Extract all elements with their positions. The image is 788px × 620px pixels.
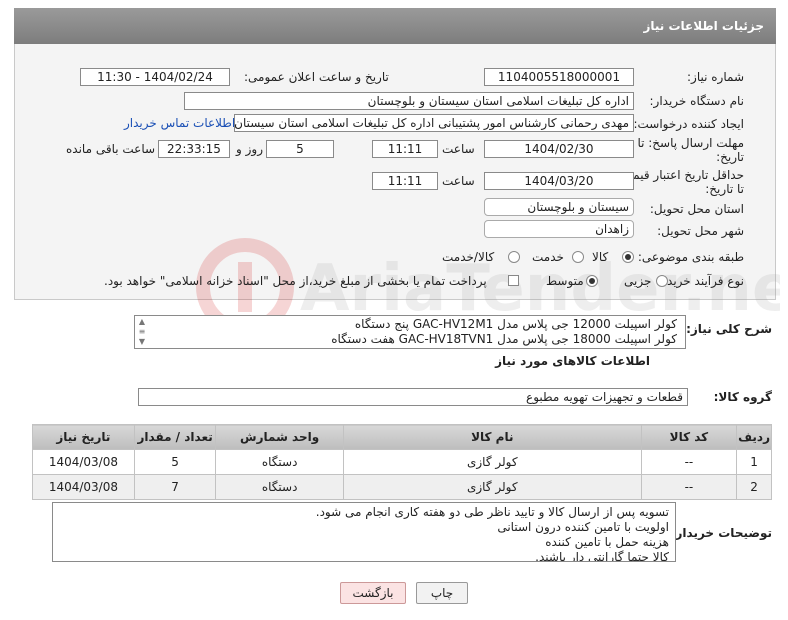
cell-quantity: 5	[133, 449, 217, 475]
panel-header: جزئیات اطلاعات نیاز	[14, 8, 776, 44]
col-quantity: تعداد / مقدار	[133, 424, 217, 450]
cell-row-number: 1	[736, 449, 772, 475]
validity-time-label: ساعت	[442, 174, 475, 188]
requester-field: مهدی رحمانی کارشناس امور پشتیبانی اداره …	[234, 114, 634, 132]
validity-time-field: 11:11	[372, 172, 438, 190]
reply-date-field: 1404/02/30	[484, 140, 634, 158]
validity-date-field: 1404/03/20	[484, 172, 634, 190]
need-number-field: 1104005518000001	[484, 68, 634, 86]
category-goods-service-label: کالا/خدمت	[442, 250, 495, 264]
table-header-row: ردیف کد کالا نام کالا واحد شمارش تعداد /…	[32, 424, 772, 450]
col-need-date: تاریخ نیاز	[32, 424, 135, 450]
goods-group-label: گروه کالا:	[713, 390, 772, 404]
category-label: طبقه بندی موضوعی:	[637, 250, 744, 264]
delivery-province-field: سیستان و بلوچستان	[484, 198, 634, 216]
print-button[interactable]: چاپ	[416, 582, 468, 604]
remaining-time-field: 22:33:15	[158, 140, 230, 158]
delivery-city-field: زاهدان	[484, 220, 634, 238]
treasury-payment-note: پرداخت تمام یا بخشی از مبلغ خرید،از محل …	[104, 274, 487, 288]
cell-unit: دستگاه	[215, 474, 344, 500]
description-line: کولر اسپیلت 12000 جی پلاس مدل GAC-HV12M1…	[354, 317, 677, 331]
purchase-radio-medium[interactable]	[586, 275, 598, 287]
table-row[interactable]: 2 -- کولر گازی دستگاه 7 1404/03/08	[32, 474, 772, 500]
cell-unit: دستگاه	[215, 449, 344, 475]
days-left-field: 5	[266, 140, 334, 158]
cell-goods-code: --	[640, 449, 738, 475]
category-goods-label: کالا	[592, 250, 609, 264]
goods-table: ردیف کد کالا نام کالا واحد شمارش تعداد /…	[32, 424, 772, 500]
purchase-radio-minor[interactable]	[656, 275, 668, 287]
hours-left-label: ساعت باقی مانده	[66, 142, 156, 156]
general-description-label: شرح کلی نیاز:	[686, 322, 772, 336]
category-radio-service[interactable]	[572, 251, 584, 263]
cell-quantity: 7	[133, 474, 217, 500]
delivery-city-label: شهر محل تحویل:	[657, 224, 744, 238]
notes-line: اولویت با تامین کننده درون استانی	[497, 520, 669, 534]
reply-time-field: 11:11	[372, 140, 438, 158]
col-goods-name: نام کالا	[342, 424, 642, 450]
buyer-notes-label: توضیحات خریدار:	[670, 526, 772, 540]
cell-goods-name: کولر گازی	[342, 449, 642, 475]
category-service-label: خدمت	[532, 250, 564, 264]
back-button[interactable]: بازگشت	[340, 582, 406, 604]
purchase-minor-label: جزیی	[624, 274, 652, 288]
notes-line: تسویه پس از ارسال کالا و تایید ناظر طی د…	[315, 505, 669, 519]
category-radio-goods[interactable]	[622, 251, 634, 263]
reply-time-label: ساعت	[442, 142, 475, 156]
requester-label: ایجاد کننده درخواست:	[633, 117, 744, 131]
buyer-contact-link[interactable]: اطلاعات تماس خریدار	[124, 116, 235, 130]
notes-line: هزینه حمل با تامین کننده	[545, 535, 669, 549]
buyer-org-label: نام دستگاه خریدار:	[649, 94, 745, 108]
cell-goods-code: --	[640, 474, 738, 500]
cell-row-number: 2	[736, 474, 772, 500]
delivery-province-label: استان محل تحویل:	[649, 202, 744, 216]
description-scroll-arrows-icon[interactable]: ▲ ≡ ▼	[136, 317, 148, 347]
notes-line: کالا حتما گارانتی دار باشند.	[535, 550, 669, 562]
general-description-box[interactable]: کولر اسپیلت 12000 جی پلاس مدل GAC-HV12M1…	[134, 315, 686, 349]
cell-need-date: 1404/03/08	[32, 474, 135, 500]
cell-goods-name: کولر گازی	[342, 474, 642, 500]
need-number-label: شماره نیاز:	[687, 70, 744, 84]
buyer-notes-box[interactable]: تسویه پس از ارسال کالا و تایید ناظر طی د…	[52, 502, 676, 562]
description-line: کولر اسپیلت 18000 جی پلاس مدل GAC-HV18TV…	[331, 332, 677, 346]
table-row[interactable]: 1 -- کولر گازی دستگاه 5 1404/03/08	[32, 449, 772, 475]
purchase-medium-label: متوسط	[546, 274, 584, 288]
buyer-org-field: اداره کل تبلیغات اسلامی استان سیستان و ب…	[184, 92, 634, 110]
panel-title: جزئیات اطلاعات نیاز	[643, 19, 764, 33]
col-row-number: ردیف	[736, 424, 772, 450]
goods-group-field: قطعات و تجهیزات تهویه مطبوع	[138, 388, 688, 406]
announce-datetime-label: تاریخ و ساعت اعلان عمومی:	[244, 70, 389, 84]
days-and-label: روز و	[236, 142, 263, 156]
treasury-payment-checkbox[interactable]	[508, 275, 519, 286]
goods-info-title: اطلاعات کالاهای مورد نیاز	[495, 354, 650, 368]
purchase-type-label: نوع فرآیند خرید :	[659, 274, 744, 288]
reply-deadline-label: مهلت ارسال پاسخ: تا تاریخ:	[637, 136, 744, 164]
announce-datetime-field: 1404/02/24 - 11:30	[80, 68, 230, 86]
category-radio-goods-service[interactable]	[508, 251, 520, 263]
cell-need-date: 1404/03/08	[32, 449, 135, 475]
col-unit: واحد شمارش	[215, 424, 344, 450]
col-goods-code: کد کالا	[640, 424, 738, 450]
